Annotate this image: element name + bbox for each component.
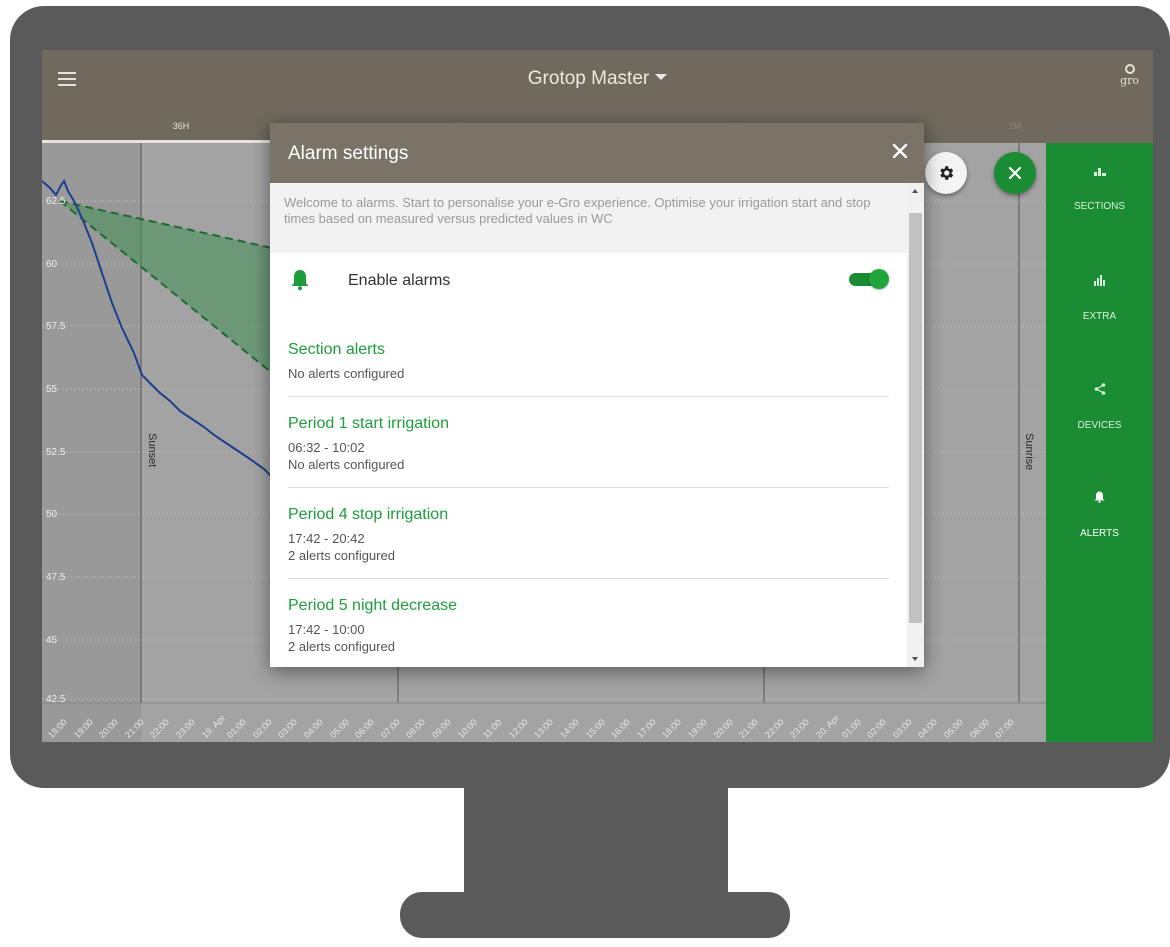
alert-section-item[interactable]: Period 5 night decrease 17:42 - 10:00 2 … — [288, 579, 889, 667]
top-bar: Grotop Master gro — [42, 50, 1153, 117]
close-panel-button[interactable] — [994, 152, 1036, 194]
scroll-up-arrow-icon[interactable] — [912, 189, 918, 193]
dialog-body[interactable]: Welcome to alarms. Start to personalise … — [270, 183, 907, 667]
extra-icon — [1094, 275, 1105, 286]
y-tick: 50 — [46, 509, 58, 520]
alert-section-status: 2 alerts configured — [288, 639, 395, 654]
logo-text: gro — [1120, 74, 1139, 87]
caret-down-icon — [655, 73, 668, 80]
sidebar-item-alerts[interactable]: ALERTS — [1046, 491, 1153, 539]
sidebar-item-extra[interactable]: EXTRA — [1046, 275, 1153, 322]
monitor-base — [400, 892, 790, 938]
sidebar-item-sections[interactable]: SECTIONS — [1046, 167, 1153, 212]
toggle-knob — [869, 269, 889, 289]
dialog-close-button[interactable] — [888, 139, 912, 163]
logo-icon — [1124, 64, 1135, 74]
dialog-header: Alarm settings — [270, 123, 924, 183]
alert-section-status: No alerts configured — [288, 457, 405, 472]
enable-alarms-toggle[interactable] — [849, 269, 889, 289]
alert-section-title: Period 4 stop irrigation — [288, 506, 449, 523]
sidebar-item-label: ALERTS — [1080, 528, 1119, 539]
y-tick: 57.5 — [46, 321, 66, 332]
gear-icon — [940, 166, 954, 180]
y-tick: 42.5 — [46, 694, 66, 705]
side-panel: SECTIONS EXTRA DEVICES ALERTS — [1046, 143, 1153, 742]
sunset-marker: Sunset — [146, 433, 158, 468]
alert-section-status: No alerts configured — [288, 366, 405, 381]
sidebar-item-label: SECTIONS — [1073, 201, 1126, 212]
y-tick: 47.5 — [46, 572, 66, 583]
scrollbar-thumb[interactable] — [909, 213, 922, 623]
enable-alarms-label: Enable alarms — [348, 272, 451, 289]
close-icon — [892, 143, 908, 159]
bell-icon — [1094, 491, 1105, 503]
alert-section-item[interactable]: Section alerts No alerts configured — [288, 309, 889, 397]
sidebar-item-label: DEVICES — [1077, 420, 1122, 431]
y-tick: 52.5 — [46, 447, 66, 458]
scroll-down-arrow-icon[interactable] — [912, 657, 918, 661]
dialog-title: Alarm settings — [288, 143, 409, 164]
alert-section-item[interactable]: Period 1 start irrigation 06:32 - 10:02 … — [288, 397, 889, 488]
alert-section-time: 17:42 - 10:00 — [288, 622, 365, 637]
dialog-scrollbar[interactable] — [907, 183, 924, 667]
close-icon — [1008, 166, 1022, 180]
sidebar-item-label: EXTRA — [1082, 311, 1117, 322]
y-tick: 60 — [46, 259, 58, 270]
sidebar-item-devices[interactable]: DEVICES — [1046, 383, 1153, 431]
enable-alarms-row: Enable alarms — [270, 253, 907, 309]
alert-section-title: Period 1 start irrigation — [288, 415, 449, 432]
sunrise-marker: Sunrise — [1023, 433, 1035, 471]
bell-icon — [291, 270, 309, 291]
intro-text: Welcome to alarms. Start to personalise … — [270, 183, 907, 253]
alert-section-title: Period 5 night decrease — [288, 597, 457, 614]
alert-section-time: 06:32 - 10:02 — [288, 440, 365, 455]
chart-settings-button[interactable] — [925, 152, 967, 194]
app-title: Grotop Master — [527, 68, 650, 89]
alert-section-status: 2 alerts configured — [288, 548, 395, 563]
app-title-dropdown[interactable]: Grotop Master — [42, 68, 1153, 90]
sections-icon — [1093, 168, 1106, 176]
share-icon — [1094, 383, 1105, 395]
alarm-settings-dialog: Alarm settings Welcome to alarms. Start … — [270, 123, 924, 667]
y-tick: 45 — [46, 635, 58, 646]
alert-section-title: Section alerts — [288, 341, 385, 358]
alert-section-item[interactable]: Period 4 stop irrigation 17:42 - 20:42 2… — [288, 488, 889, 579]
alert-section-time: 17:42 - 20:42 — [288, 531, 365, 546]
y-tick: 62.5 — [46, 196, 66, 207]
gro-logo: gro — [1120, 64, 1139, 86]
y-tick: 55 — [46, 384, 58, 395]
